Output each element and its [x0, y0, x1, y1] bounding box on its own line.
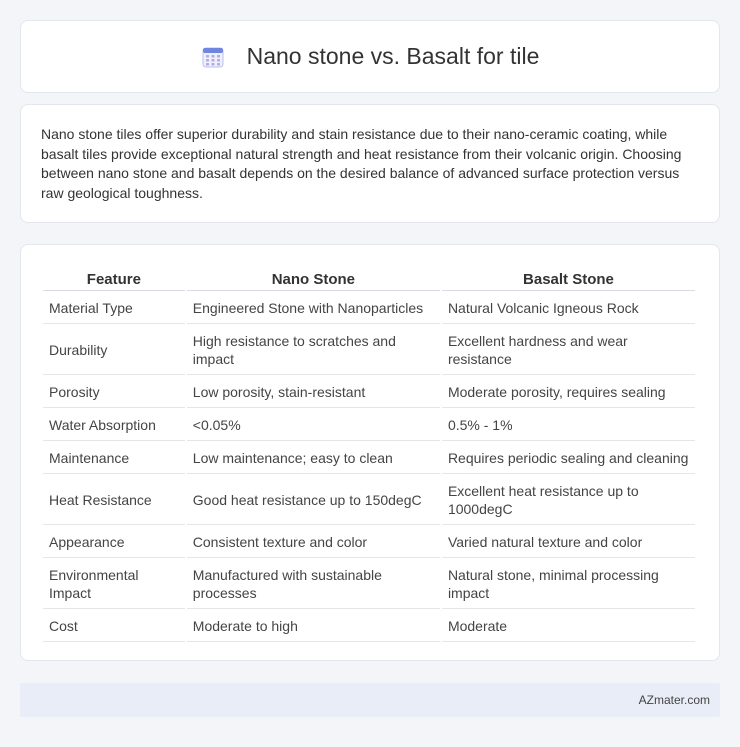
- footer-bar: AZmater.com: [20, 683, 720, 717]
- table-row: Water Absorption <0.05% 0.5% - 1%: [43, 410, 695, 441]
- comparison-table: Feature Nano Stone Basalt Stone Material…: [41, 265, 697, 644]
- basalt-stone-cell: Requires periodic sealing and cleaning: [441, 443, 695, 474]
- basalt-stone-cell: 0.5% - 1%: [441, 410, 695, 441]
- feature-cell: Appearance: [43, 527, 185, 558]
- basalt-stone-cell: Excellent heat resistance up to 1000degC: [441, 476, 695, 525]
- basalt-stone-cell: Natural Volcanic Igneous Rock: [441, 293, 695, 324]
- calendar-icon: [202, 47, 224, 67]
- feature-cell: Durability: [43, 326, 185, 375]
- comparison-table-card: Feature Nano Stone Basalt Stone Material…: [20, 244, 720, 661]
- table-row: Cost Moderate to high Moderate: [43, 611, 695, 642]
- nano-stone-cell: Moderate to high: [186, 611, 440, 642]
- feature-cell: Water Absorption: [43, 410, 185, 441]
- feature-cell: Environmental Impact: [43, 560, 185, 609]
- footer-site-name: AZmater.com: [638, 693, 710, 707]
- feature-cell: Heat Resistance: [43, 476, 185, 525]
- table-row: Appearance Consistent texture and color …: [43, 527, 695, 558]
- column-header-feature: Feature: [43, 267, 185, 291]
- table-row: Environmental Impact Manufactured with s…: [43, 560, 695, 609]
- table-row: Heat Resistance Good heat resistance up …: [43, 476, 695, 525]
- title-row: Nano stone vs. Basalt for tile: [21, 21, 719, 92]
- table-row: Maintenance Low maintenance; easy to cle…: [43, 443, 695, 474]
- table-row: Porosity Low porosity, stain-resistant M…: [43, 377, 695, 408]
- table-row: Durability High resistance to scratches …: [43, 326, 695, 375]
- intro-card: Nano stone tiles offer superior durabili…: [20, 104, 720, 223]
- nano-stone-cell: Engineered Stone with Nanoparticles: [186, 293, 440, 324]
- nano-stone-cell: <0.05%: [186, 410, 440, 441]
- nano-stone-cell: Low maintenance; easy to clean: [186, 443, 440, 474]
- header-card: Nano stone vs. Basalt for tile: [20, 20, 720, 93]
- table-row: Material Type Engineered Stone with Nano…: [43, 293, 695, 324]
- feature-cell: Material Type: [43, 293, 185, 324]
- nano-stone-cell: High resistance to scratches and impact: [186, 326, 440, 375]
- column-header-nano-stone: Nano Stone: [186, 267, 440, 291]
- nano-stone-cell: Low porosity, stain-resistant: [186, 377, 440, 408]
- feature-cell: Cost: [43, 611, 185, 642]
- column-header-basalt-stone: Basalt Stone: [441, 267, 695, 291]
- feature-cell: Porosity: [43, 377, 185, 408]
- table-header-row: Feature Nano Stone Basalt Stone: [43, 267, 695, 291]
- intro-paragraph: Nano stone tiles offer superior durabili…: [41, 126, 682, 201]
- basalt-stone-cell: Varied natural texture and color: [441, 527, 695, 558]
- basalt-stone-cell: Moderate porosity, requires sealing: [441, 377, 695, 408]
- basalt-stone-cell: Moderate: [441, 611, 695, 642]
- nano-stone-cell: Good heat resistance up to 150degC: [186, 476, 440, 525]
- basalt-stone-cell: Excellent hardness and wear resistance: [441, 326, 695, 375]
- page-title: Nano stone vs. Basalt for tile: [246, 43, 540, 69]
- nano-stone-cell: Consistent texture and color: [186, 527, 440, 558]
- feature-cell: Maintenance: [43, 443, 185, 474]
- basalt-stone-cell: Natural stone, minimal processing impact: [441, 560, 695, 609]
- nano-stone-cell: Manufactured with sustainable processes: [186, 560, 440, 609]
